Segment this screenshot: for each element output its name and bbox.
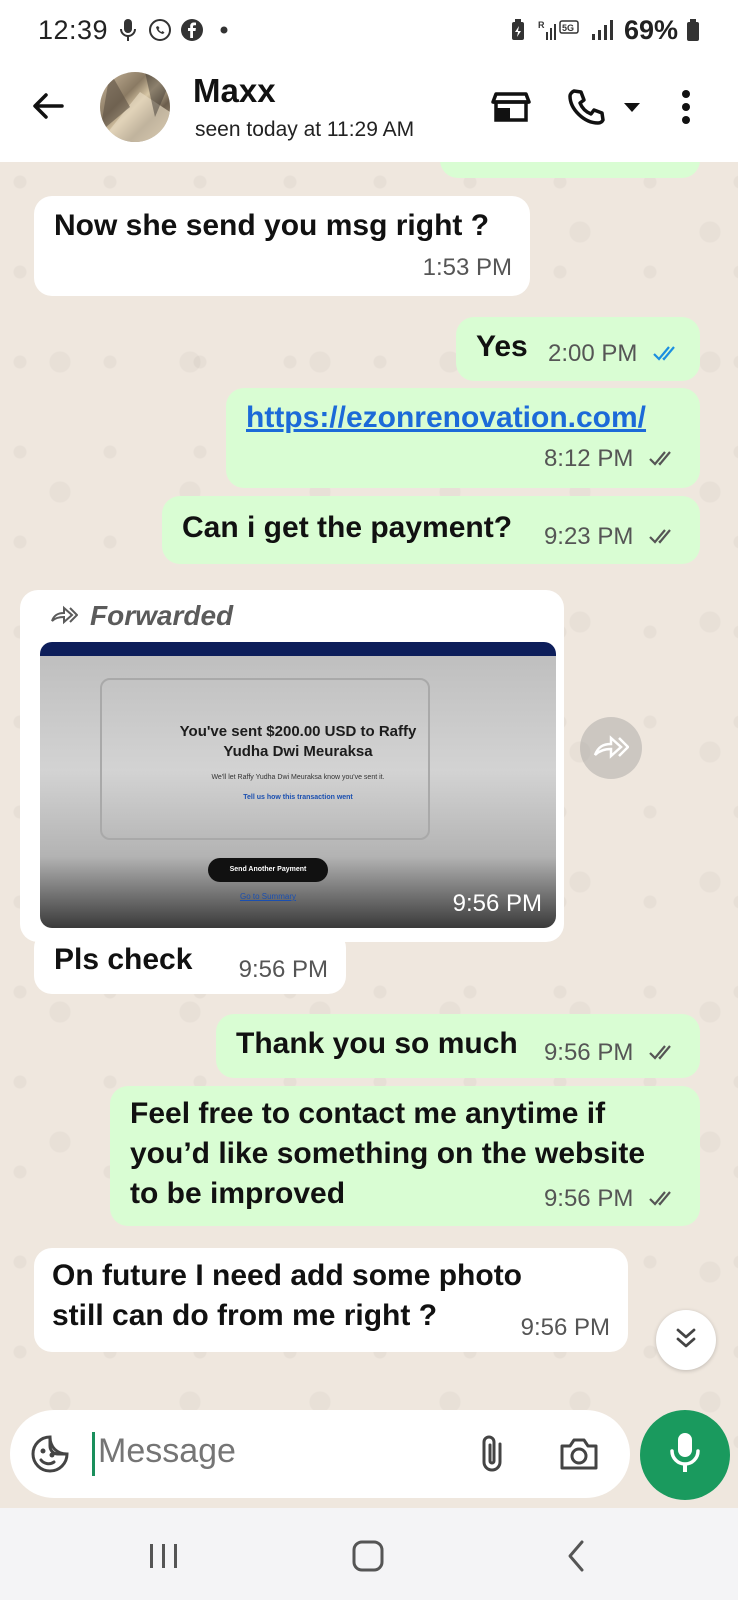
status-time: 12:39 xyxy=(38,14,109,45)
message-bubble[interactable]: Yes 2:00 PM xyxy=(456,317,700,381)
voice-message-button[interactable] xyxy=(640,1410,730,1500)
delivered-ticks-icon xyxy=(648,1180,678,1220)
message-composer[interactable] xyxy=(10,1410,630,1498)
message-time: 9:56 PM xyxy=(544,1179,678,1220)
image-link-text: Tell us how this transaction went xyxy=(243,794,353,801)
image-button: Send Another Payment xyxy=(208,858,328,882)
delivered-ticks-icon xyxy=(648,1034,678,1074)
store-icon[interactable] xyxy=(490,86,532,128)
contact-name[interactable]: Maxx xyxy=(193,72,276,110)
home-icon[interactable] xyxy=(348,1536,388,1576)
delivered-ticks-icon xyxy=(648,518,678,558)
mic-icon xyxy=(116,18,140,42)
message-list[interactable]: Now she send you msg right ? 1:53 PM Yes… xyxy=(0,162,738,1492)
message-text: Now she send you msg right ? xyxy=(54,209,490,242)
recent-apps-icon[interactable] xyxy=(144,1536,184,1576)
message-text: Yes xyxy=(476,330,528,363)
message-time: 1:53 PM xyxy=(422,254,512,281)
text-cursor xyxy=(92,1432,95,1476)
message-bubble[interactable]: Now she send you msg right ? 1:53 PM xyxy=(34,196,530,296)
message-bubble[interactable] xyxy=(440,162,700,178)
dropdown-icon[interactable] xyxy=(620,86,644,128)
svg-text:5G: 5G xyxy=(562,23,574,33)
message-text: Thank you so much xyxy=(236,1027,518,1060)
message-input[interactable] xyxy=(98,1432,458,1471)
svg-text:R: R xyxy=(538,20,545,30)
message-time: 9:23 PM xyxy=(544,517,678,558)
signal-bars-icon xyxy=(590,18,616,42)
message-time: 2:00 PM xyxy=(548,334,682,375)
forward-icon xyxy=(593,733,630,764)
message-time: 9:56 PM xyxy=(520,1314,610,1341)
message-time: 9:56 PM xyxy=(238,956,328,983)
signal-icon: R 5G xyxy=(538,18,582,42)
message-bubble[interactable]: Thank you so much 9:56 PM xyxy=(216,1014,700,1078)
message-text: Pls check xyxy=(54,943,193,976)
scroll-to-bottom-button[interactable] xyxy=(656,1310,716,1370)
phone-icon[interactable] xyxy=(565,86,607,128)
image-subtext: We'll let Raffy Yudha Dwi Meuraksa know … xyxy=(211,774,385,781)
message-bubble[interactable]: On future I need add some photo still ca… xyxy=(34,1248,628,1352)
back-nav-icon[interactable] xyxy=(558,1536,598,1576)
message-text: On future I need add some photo still ca… xyxy=(52,1259,523,1332)
payment-screenshot-image[interactable]: You've sent $200.00 USD to Raffy Yudha D… xyxy=(40,642,556,928)
dot-icon xyxy=(212,18,236,42)
status-bar: 12:39 R 5G 69% xyxy=(0,0,738,60)
delivered-ticks-icon xyxy=(648,440,678,480)
image-title: You've sent $200.00 USD to Raffy Yudha D… xyxy=(179,723,417,760)
forward-share-button[interactable] xyxy=(580,717,642,779)
message-bubble[interactable]: Can i get the payment? 9:23 PM xyxy=(162,496,700,564)
message-time: 8:12 PM xyxy=(544,439,678,480)
message-time: 9:56 PM xyxy=(452,890,542,917)
message-bubble[interactable]: https://ezonrenovation.com/ 8:12 PM xyxy=(226,388,700,488)
message-time: 9:56 PM xyxy=(544,1033,678,1074)
message-bubble[interactable]: Pls check 9:56 PM xyxy=(34,930,346,994)
back-arrow-icon[interactable] xyxy=(28,86,68,126)
battery-saver-icon xyxy=(506,18,530,42)
forwarded-image-message[interactable]: Forwarded You've sent $200.00 USD to Raf… xyxy=(20,590,564,942)
camera-icon[interactable] xyxy=(558,1434,600,1474)
battery-icon xyxy=(686,18,700,42)
battery-percent: 69% xyxy=(623,14,678,45)
mic-icon xyxy=(667,1431,703,1480)
message-bubble[interactable]: Feel free to contact me anytime if you’d… xyxy=(110,1086,700,1226)
read-ticks-icon xyxy=(652,335,682,375)
sticker-icon[interactable] xyxy=(30,1434,70,1474)
system-nav-bar xyxy=(0,1508,738,1600)
whatsapp-icon xyxy=(148,18,172,42)
more-vert-icon[interactable] xyxy=(676,86,696,128)
image-summary-link: Go to Summary xyxy=(239,892,296,901)
facebook-icon xyxy=(180,18,204,42)
avatar[interactable] xyxy=(100,72,170,142)
chat-header: Maxx seen today at 11:29 AM xyxy=(0,60,738,162)
message-text: Can i get the payment? xyxy=(182,511,513,544)
forwarded-label: Forwarded xyxy=(50,600,233,632)
last-seen-status: seen today at 11:29 AM xyxy=(195,118,415,141)
message-link[interactable]: https://ezonrenovation.com/ xyxy=(246,398,646,438)
double-chevron-down-icon xyxy=(672,1324,700,1357)
attach-icon[interactable] xyxy=(472,1432,512,1476)
forwarded-icon xyxy=(50,600,79,632)
